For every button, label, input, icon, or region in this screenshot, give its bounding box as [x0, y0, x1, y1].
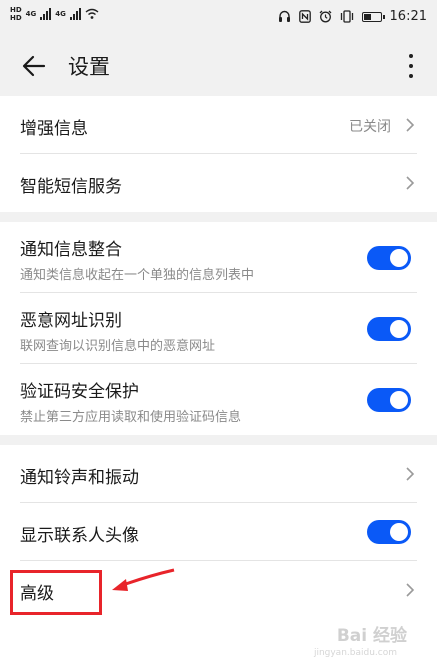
row-description: 通知类信息收起在一个单独的信息列表中 — [20, 268, 255, 283]
row-enhanced-info[interactable]: 增强信息 已关闭 — [0, 96, 437, 154]
network2-label: 4G — [55, 10, 66, 18]
row-label: 智能短信服务 — [20, 177, 122, 197]
chevron-right-icon — [406, 467, 415, 481]
app-bar: 设置 — [0, 36, 437, 96]
chevron-right-icon — [406, 583, 415, 597]
wifi-icon — [85, 8, 99, 19]
network1-label: 4G — [25, 10, 37, 18]
row-description: 联网查询以识别信息中的恶意网址 — [20, 339, 216, 354]
vibrate-icon — [340, 10, 353, 23]
notification-merge-toggle[interactable] — [367, 246, 411, 270]
nfc-icon — [298, 10, 311, 23]
page-title: 设置 — [68, 55, 110, 79]
chevron-right-icon — [406, 176, 415, 190]
watermark-url: jingyan.baidu.com — [313, 648, 397, 658]
back-arrow-icon[interactable] — [20, 52, 48, 80]
status-right: 16:21 — [278, 9, 427, 24]
row-label: 验证码安全保护 — [20, 382, 139, 402]
battery-fill — [363, 13, 371, 20]
status-time: 16:21 — [389, 9, 427, 24]
annotation-arrow-icon — [112, 568, 175, 591]
malicious-url-toggle[interactable] — [367, 317, 411, 341]
row-ringtone-vibration[interactable]: 通知铃声和振动 — [0, 445, 437, 503]
row-verification-code[interactable]: 验证码安全保护 禁止第三方应用读取和使用验证码信息 — [0, 364, 437, 435]
row-value: 已关闭 — [349, 119, 391, 135]
row-label: 显示联系人头像 — [20, 526, 139, 546]
row-label: 通知铃声和振动 — [20, 468, 139, 488]
signal2-icon — [69, 8, 81, 20]
row-notification-merge[interactable]: 通知信息整合 通知类信息收起在一个单独的信息列表中 — [0, 222, 437, 293]
battery-icon — [361, 11, 385, 22]
contact-avatar-toggle[interactable] — [367, 520, 411, 544]
status-bar: HD HD 4G 4G 16:21 — [0, 0, 437, 36]
more-options-icon[interactable] — [401, 52, 421, 80]
section-security: 通知信息整合 通知类信息收起在一个单独的信息列表中 恶意网址识别 联网查询以识别… — [0, 222, 437, 435]
row-smart-sms[interactable]: 智能短信服务 — [0, 154, 437, 212]
alarm-icon — [319, 10, 331, 23]
sim1-label: HD — [10, 6, 22, 14]
status-left: HD HD 4G 4G — [10, 6, 99, 22]
signal1-icon — [40, 8, 52, 20]
sim2-label: HD — [10, 14, 22, 22]
verification-code-toggle[interactable] — [367, 388, 411, 412]
watermark: Bai 经验 — [336, 626, 407, 646]
row-label: 恶意网址识别 — [20, 311, 122, 331]
row-contact-avatar[interactable]: 显示联系人头像 — [0, 503, 437, 561]
row-malicious-url[interactable]: 恶意网址识别 联网查询以识别信息中的恶意网址 — [0, 293, 437, 364]
row-description: 禁止第三方应用读取和使用验证码信息 — [20, 410, 242, 425]
headset-icon — [278, 10, 290, 22]
section-general: 增强信息 已关闭 智能短信服务 — [0, 96, 437, 212]
chevron-right-icon — [406, 118, 415, 132]
sim-indicators: HD HD — [10, 6, 22, 22]
highlight-box — [10, 570, 102, 615]
row-label: 增强信息 — [20, 119, 88, 139]
row-label: 通知信息整合 — [20, 240, 122, 260]
